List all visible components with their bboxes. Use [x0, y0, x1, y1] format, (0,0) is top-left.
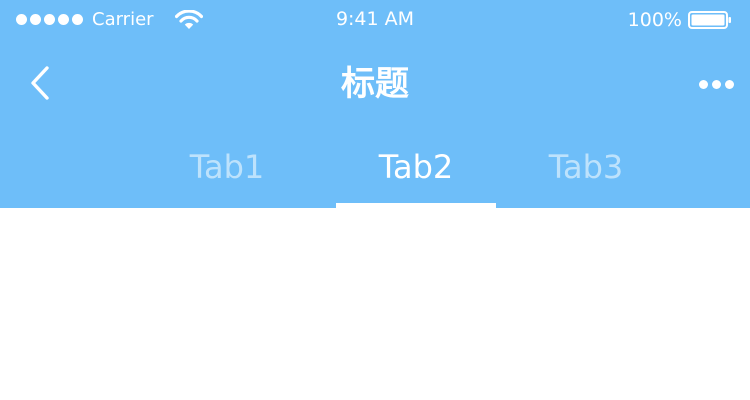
content-area — [0, 208, 750, 400]
battery-percentage: 100% — [627, 9, 682, 31]
status-bar: Carrier 9:41 AM 100% — [0, 0, 750, 40]
page-title: 标题 — [341, 64, 409, 104]
tab-tab3[interactable]: Tab3 — [506, 130, 666, 208]
chevron-left-icon — [31, 66, 49, 100]
more-button[interactable] — [694, 66, 738, 102]
tab-label: Tab1 — [189, 148, 265, 186]
app-screen: Carrier 9:41 AM 100% 标题 Tab1 Tab2 Tab3 — [0, 0, 750, 400]
tab-label: Tab3 — [548, 148, 624, 186]
tab-tab1[interactable]: Tab1 — [147, 130, 307, 208]
more-dot — [724, 79, 734, 89]
back-button[interactable] — [14, 58, 64, 108]
more-dot — [711, 79, 721, 89]
battery-full-icon — [688, 11, 731, 29]
more-horizontal-icon — [698, 79, 708, 89]
tab-tab2[interactable]: Tab2 — [336, 130, 496, 208]
navigation-bar: 标题 — [0, 40, 750, 130]
header: Carrier 9:41 AM 100% 标题 Tab1 Tab2 Tab3 — [0, 0, 750, 208]
tab-label: Tab2 — [378, 148, 454, 186]
tab-bar: Tab1 Tab2 Tab3 — [0, 130, 750, 208]
